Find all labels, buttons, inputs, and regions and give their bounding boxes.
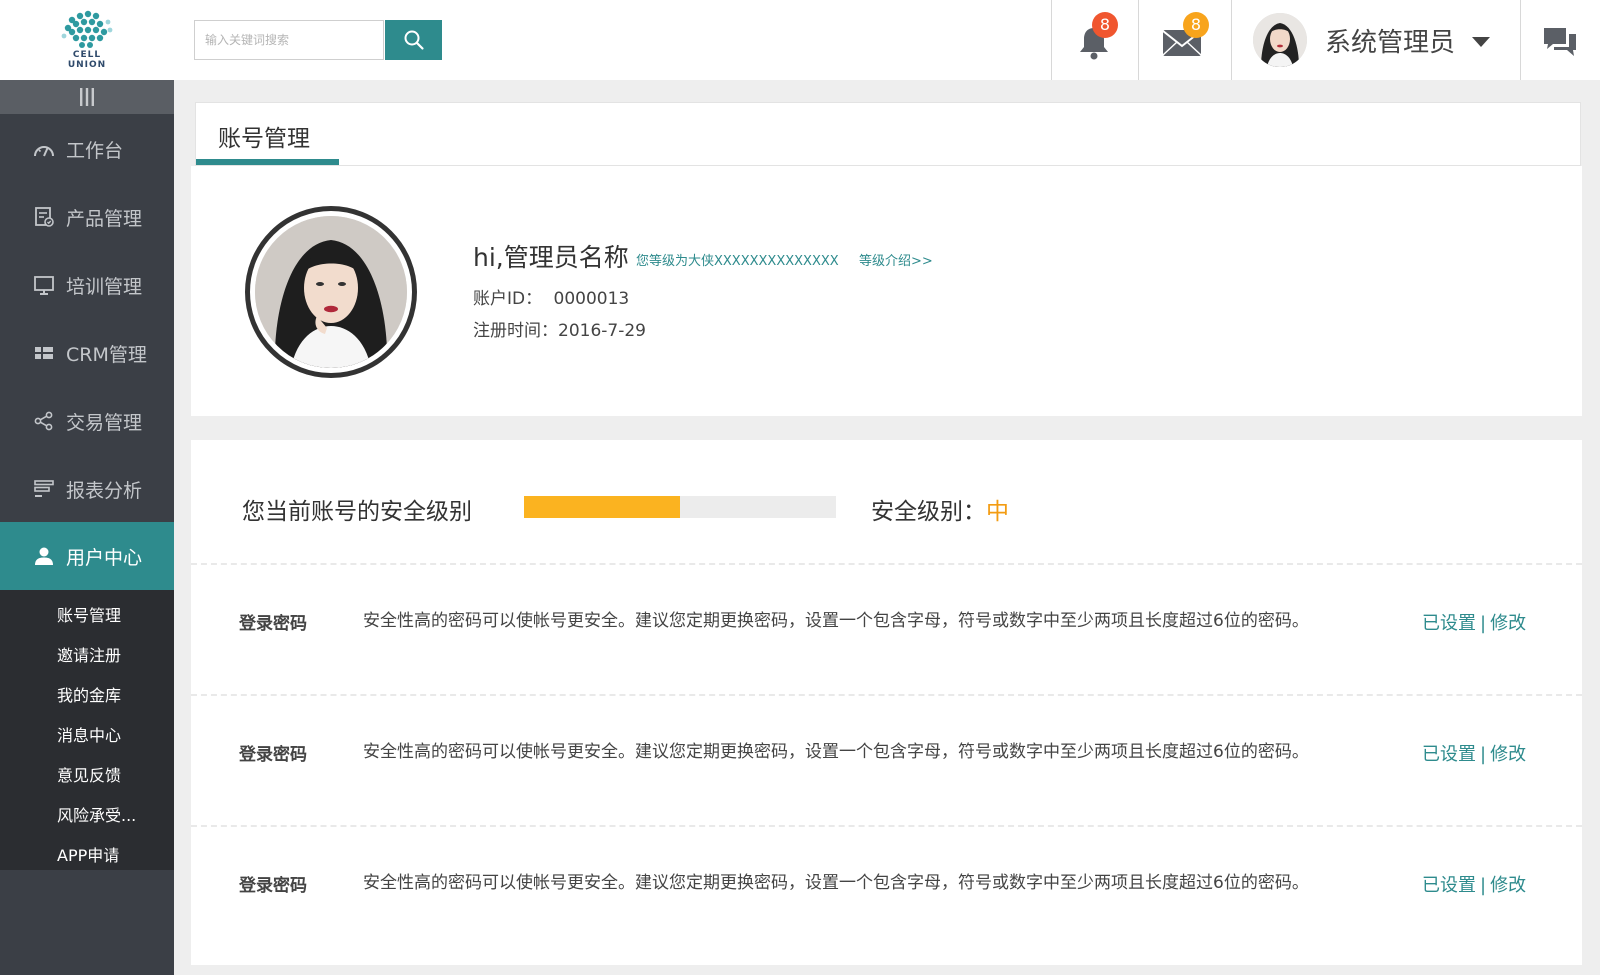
grid-icon bbox=[35, 347, 53, 359]
row-separator: | bbox=[1480, 613, 1487, 634]
search-button[interactable] bbox=[385, 20, 442, 60]
user-name[interactable]: 系统管理员 bbox=[1325, 22, 1455, 59]
sidebar-item-training[interactable]: 培训管理 bbox=[0, 251, 174, 319]
sidebar-item-trading[interactable]: 交易管理 bbox=[0, 387, 174, 455]
sidebar-item-label: 交易管理 bbox=[66, 411, 143, 434]
sidebar-item-reports[interactable]: 报表分析 bbox=[0, 455, 174, 523]
submenu-item-account[interactable]: 账号管理 bbox=[57, 602, 121, 626]
share-icon bbox=[34, 411, 53, 431]
sidebar-item-label: 培训管理 bbox=[66, 275, 143, 298]
row-status-link[interactable]: 已设置 bbox=[1422, 613, 1476, 634]
sidebar-item-label: 报表分析 bbox=[66, 479, 143, 502]
logo-text-line2: UNION bbox=[67, 60, 107, 70]
user-avatar[interactable] bbox=[1253, 13, 1307, 67]
notifications-badge: 8 bbox=[1092, 12, 1118, 38]
row-actions: 已设置 | 修改 bbox=[1422, 871, 1526, 897]
header-divider bbox=[1520, 0, 1521, 80]
search-input[interactable] bbox=[194, 20, 384, 60]
greeting-text: hi,管理员名称 bbox=[473, 243, 629, 272]
row-status-link[interactable]: 已设置 bbox=[1422, 744, 1476, 765]
row-description: 安全性高的密码可以使帐号更安全。建议您定期更换密码，设置一个包含字母，符号或数字… bbox=[363, 873, 1309, 893]
submenu-item-vault[interactable]: 我的金库 bbox=[57, 682, 121, 706]
header-divider bbox=[1231, 0, 1232, 80]
product-icon bbox=[35, 207, 54, 227]
row-modify-link[interactable]: 修改 bbox=[1490, 744, 1526, 765]
tab-account-management[interactable]: 账号管理 bbox=[218, 119, 310, 153]
monitor-icon bbox=[34, 276, 54, 295]
report-icon bbox=[34, 480, 54, 497]
row-separator: | bbox=[1480, 875, 1487, 896]
logo-mark-icon bbox=[61, 10, 113, 48]
security-card: 您当前账号的安全级别 安全级别：中 登录密码 安全性高的密码可以使帐号更安全。建… bbox=[191, 440, 1582, 965]
account-id-value: 0000013 bbox=[553, 289, 630, 309]
row-label: 登录密码 bbox=[239, 745, 307, 765]
submenu-item-invite[interactable]: 邀请注册 bbox=[57, 642, 121, 666]
avatar-portrait-icon bbox=[1253, 13, 1307, 67]
submenu-item-risk[interactable]: 风险承受... bbox=[57, 802, 136, 826]
account-id-label: 账户ID： bbox=[473, 289, 543, 309]
row-actions: 已设置 | 修改 bbox=[1422, 609, 1526, 635]
security-row: 登录密码 安全性高的密码可以使帐号更安全。建议您定期更换密码，设置一个包含字母，… bbox=[191, 696, 1582, 826]
avatar-portrait-icon bbox=[255, 216, 407, 368]
sidebar: 工作台 产品管理 培训管理 CRM管理 交易管理 报表分析 用户中心 账号管理 … bbox=[0, 80, 174, 975]
profile-avatar[interactable] bbox=[245, 206, 417, 378]
security-row: 登录密码 安全性高的密码可以使帐号更安全。建议您定期更换密码，设置一个包含字母，… bbox=[191, 565, 1582, 695]
sidebar-item-dashboard[interactable]: 工作台 bbox=[0, 115, 174, 183]
chat-icon bbox=[1544, 28, 1576, 56]
security-level-value: 中 bbox=[986, 499, 1009, 525]
sidebar-item-crm[interactable]: CRM管理 bbox=[0, 319, 174, 387]
sidebar-item-label: CRM管理 bbox=[66, 343, 147, 366]
security-row: 登录密码 安全性高的密码可以使帐号更安全。建议您定期更换密码，设置一个包含字母，… bbox=[191, 827, 1582, 957]
security-progress-bar bbox=[524, 496, 836, 518]
dashboard-icon bbox=[34, 146, 54, 157]
sidebar-item-label: 产品管理 bbox=[66, 207, 143, 230]
header-divider bbox=[1051, 0, 1052, 80]
row-status-link[interactable]: 已设置 bbox=[1422, 875, 1476, 896]
profile-avatar-image bbox=[255, 216, 407, 368]
account-id-row: 账户ID： 0000013 bbox=[473, 284, 629, 309]
messages-badge: 8 bbox=[1183, 12, 1209, 38]
register-time: 注册时间：2016-7-29 bbox=[473, 321, 646, 341]
row-label: 登录密码 bbox=[239, 876, 307, 896]
header-divider bbox=[1138, 0, 1139, 80]
sidebar-item-label: 用户中心 bbox=[66, 546, 143, 569]
row-modify-link[interactable]: 修改 bbox=[1490, 875, 1526, 896]
user-icon bbox=[35, 547, 53, 565]
row-actions: 已设置 | 修改 bbox=[1422, 740, 1526, 766]
level-text: 您等级为大侠XXXXXXXXXXXXXX bbox=[636, 254, 839, 269]
search-icon bbox=[404, 30, 424, 50]
tab-bar: 账号管理 bbox=[195, 102, 1581, 166]
security-level-caption: 安全级别： bbox=[871, 499, 986, 525]
logo-text-line1: CELL bbox=[72, 50, 102, 60]
chevron-down-icon[interactable] bbox=[1471, 35, 1491, 49]
row-description: 安全性高的密码可以使帐号更安全。建议您定期更换密码，设置一个包含字母，符号或数字… bbox=[363, 742, 1309, 762]
chat-button[interactable] bbox=[1540, 22, 1580, 62]
active-tab-indicator bbox=[196, 159, 339, 165]
profile-card: hi,管理员名称 您等级为大侠XXXXXXXXXXXXXX 等级介绍>> 账户I… bbox=[191, 166, 1582, 416]
security-level-label: 安全级别：中 bbox=[871, 492, 1009, 526]
row-label: 登录密码 bbox=[239, 614, 307, 634]
row-modify-link[interactable]: 修改 bbox=[1490, 613, 1526, 634]
security-progress-fill bbox=[524, 496, 680, 518]
submenu-item-feedback[interactable]: 意见反馈 bbox=[57, 762, 121, 786]
user-center-submenu: 账号管理 邀请注册 我的金库 消息中心 意见反馈 风险承受... APP申请 bbox=[0, 590, 174, 870]
row-separator: | bbox=[1480, 744, 1487, 765]
sidebar-item-user-center[interactable]: 用户中心 bbox=[0, 522, 174, 590]
sidebar-item-products[interactable]: 产品管理 bbox=[0, 183, 174, 251]
security-level-title: 您当前账号的安全级别 bbox=[242, 499, 472, 525]
cell-union-logo[interactable]: CELL UNION bbox=[52, 10, 122, 74]
row-description: 安全性高的密码可以使帐号更安全。建议您定期更换密码，设置一个包含字母，符号或数字… bbox=[363, 611, 1309, 631]
top-header: CELL UNION 8 8 bbox=[0, 0, 1600, 80]
submenu-item-app-apply[interactable]: APP申请 bbox=[57, 842, 119, 866]
level-intro-link[interactable]: 等级介绍>> bbox=[859, 250, 933, 269]
sidebar-item-label: 工作台 bbox=[66, 139, 124, 162]
sidebar-collapse-toggle[interactable] bbox=[0, 80, 174, 114]
submenu-item-messages[interactable]: 消息中心 bbox=[57, 722, 121, 746]
menu-collapse-icon bbox=[80, 88, 94, 106]
